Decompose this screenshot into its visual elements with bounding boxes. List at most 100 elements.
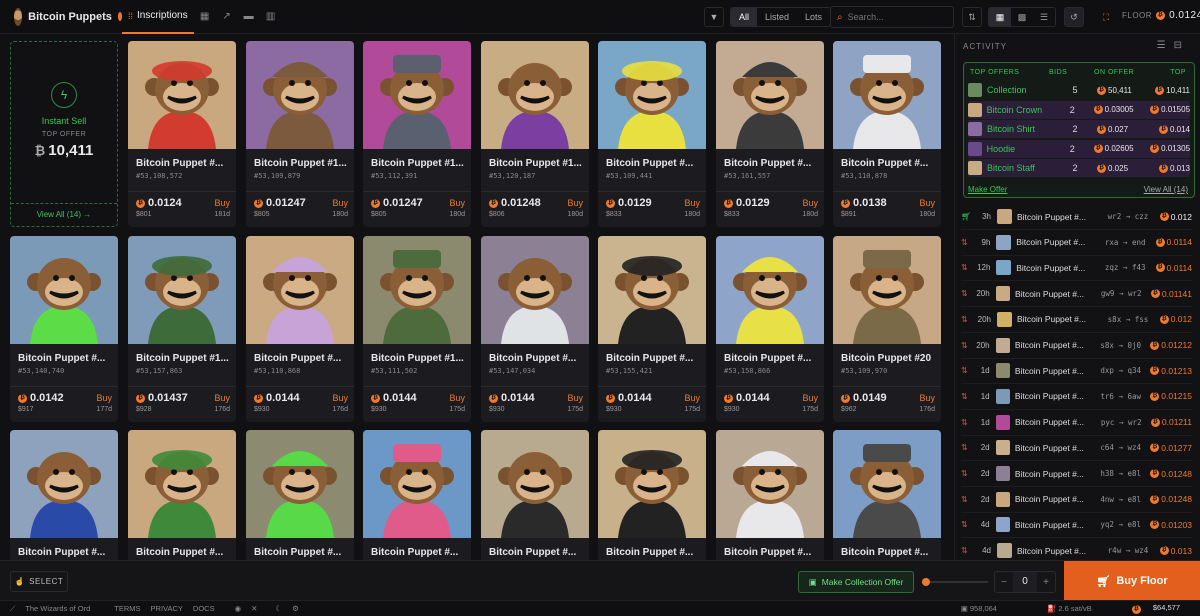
activity-row[interactable]: ⇅ 1d Bitcoin Puppet #... pyc → wr2 ₿ 0.01… <box>961 410 1192 436</box>
buy-button[interactable]: Buy <box>214 198 230 208</box>
inscription-card[interactable]: Bitcoin Puppet #... #53,155,421 ₿ 0.0144 … <box>598 236 706 422</box>
large-grid-icon[interactable]: ▦ <box>989 8 1011 26</box>
inscription-card[interactable]: Bitcoin Puppet #... #53,109,441 ₿ 0.0129 … <box>598 41 706 227</box>
inscription-card[interactable]: Bitcoin Puppet #... <box>481 430 589 560</box>
activity-row[interactable]: 🛒︎ 3h Bitcoin Puppet #... wr2 → czz ₿ 0.0… <box>961 204 1192 230</box>
make-collection-offer-button[interactable]: ▣ Make Collection Offer <box>798 571 914 593</box>
puppet-image[interactable] <box>128 236 236 344</box>
buy-floor-button[interactable]: 🛒︎ Buy Floor <box>1064 561 1200 601</box>
select-button[interactable]: ☝ SELECT <box>10 571 68 592</box>
discord-icon[interactable]: ◉ <box>235 604 242 613</box>
filter-lots[interactable]: Lots <box>797 8 830 26</box>
activity-row[interactable]: ⇅ 12h Bitcoin Puppet #... zqz → f43 ₿ 0.0… <box>961 255 1192 282</box>
privacy-link[interactable]: PRIVACY <box>151 604 183 613</box>
puppet-image[interactable] <box>246 41 354 149</box>
buy-button[interactable]: Buy <box>96 393 112 403</box>
collection-header[interactable]: Bitcoin Puppets <box>0 7 122 26</box>
offer-row[interactable]: Bitcoin Crown 2 ₿ 0.03005 ₿ 0.01505 <box>968 100 1190 119</box>
folder-icon[interactable]: ▬ <box>238 6 260 28</box>
inscription-card[interactable]: Bitcoin Puppet #1... #53,112,391 ₿ 0.0124… <box>363 41 471 227</box>
activity-row[interactable]: ⇅ 1d Bitcoin Puppet #... tr6 → 6aw ₿ 0.01… <box>961 384 1192 410</box>
puppet-image[interactable] <box>833 41 941 149</box>
sweep-slider[interactable] <box>922 578 988 586</box>
activity-row[interactable]: ⇅ 2d Bitcoin Puppet #... c64 → wz4 ₿ 0.01… <box>961 435 1192 462</box>
puppet-image[interactable] <box>128 430 236 538</box>
inscription-card[interactable]: Bitcoin Puppet #... #53,110,878 ₿ 0.0138 … <box>833 41 941 227</box>
buy-button[interactable]: Buy <box>214 393 230 403</box>
inscription-card[interactable]: Bitcoin Puppet #... <box>833 430 941 560</box>
filter-icon[interactable]: ▼ <box>704 7 724 27</box>
quantity-value[interactable]: 0 <box>1013 572 1037 592</box>
activity-row[interactable]: ⇅ 4d Bitcoin Puppet #... yq2 → e8l ₿ 0.01… <box>961 512 1192 539</box>
inscription-card[interactable]: Bitcoin Puppet #... #53,147,034 ₿ 0.0144 … <box>481 236 589 422</box>
theme-icon[interactable]: ☾ <box>275 604 282 613</box>
buy-button[interactable]: Buy <box>332 393 348 403</box>
offer-row[interactable]: Hoodie 2 ₿ 0.02605 ₿ 0.01305 <box>968 139 1190 158</box>
sort-icon[interactable]: ⇅ <box>962 7 982 27</box>
terms-link[interactable]: TERMS <box>114 604 140 613</box>
activity-row[interactable]: ⇅ 2d Bitcoin Puppet #... h38 → e8l ₿ 0.01… <box>961 461 1192 487</box>
inscription-card[interactable]: Bitcoin Puppet #20 #53,109,970 ₿ 0.0149 B… <box>833 236 941 422</box>
expand-icon[interactable]: ⛶ <box>1096 7 1116 27</box>
inscription-card[interactable]: Bitcoin Puppet #1... #53,111,502 ₿ 0.0144… <box>363 236 471 422</box>
settings-icon[interactable]: ⚙ <box>292 604 299 613</box>
inscription-card[interactable]: Bitcoin Puppet #... #53,161,557 ₿ 0.0129 … <box>716 41 824 227</box>
inscription-card[interactable]: Bitcoin Puppet #... #53,140,740 ₿ 0.0142 … <box>10 236 118 422</box>
puppet-image[interactable] <box>598 41 706 149</box>
offer-row[interactable]: Bitcoin Shirt 2 ₿ 0.027 ₿ 0.014 <box>968 120 1190 138</box>
buy-button[interactable]: Buy <box>684 393 700 403</box>
instant-sell-card[interactable]: ϟ Instant Sell TOP OFFER ₿ 10,411 View Al… <box>10 41 118 227</box>
puppet-image[interactable] <box>833 430 941 538</box>
x-icon[interactable]: ✕ <box>251 604 257 613</box>
buy-button[interactable]: Buy <box>802 198 818 208</box>
make-offer-link[interactable]: Make Offer <box>968 185 1007 194</box>
decrement-button[interactable]: − <box>995 577 1013 588</box>
filter-all[interactable]: All <box>731 8 758 26</box>
buy-button[interactable]: Buy <box>802 393 818 403</box>
buy-button[interactable]: Buy <box>449 393 465 403</box>
activity-row[interactable]: ⇅ 20h Bitcoin Puppet #... s8x → 0j0 ₿ 0.0… <box>961 333 1192 359</box>
buy-button[interactable]: Buy <box>919 393 935 403</box>
view-all-link[interactable]: View All (14) <box>1144 185 1188 194</box>
chart-icon[interactable]: ↗ <box>216 6 238 28</box>
puppet-image[interactable] <box>598 430 706 538</box>
list-view-icon[interactable]: ☰ <box>1033 8 1055 26</box>
puppet-image[interactable] <box>10 236 118 344</box>
filter-icon[interactable]: ☰ <box>1157 40 1174 51</box>
view-all-offers-link[interactable]: View All (14) → <box>11 210 117 219</box>
search-input[interactable] <box>847 12 938 22</box>
puppet-image[interactable] <box>716 430 824 538</box>
buy-button[interactable]: Buy <box>567 198 583 208</box>
activity-row[interactable]: ⇅ 2d Bitcoin Puppet #... 4nw → e8l ₿ 0.01… <box>961 487 1192 513</box>
puppet-image[interactable] <box>716 41 824 149</box>
buy-button[interactable]: Buy <box>332 198 348 208</box>
inscription-card[interactable]: Bitcoin Puppet #... <box>363 430 471 560</box>
offer-row[interactable]: Collection 5 ₿ 50,411 ₿ 10,411 <box>968 81 1190 99</box>
activity-row[interactable]: ⇅ 20h Bitcoin Puppet #... s8x → fss ₿ 0.0… <box>961 307 1192 333</box>
puppet-image[interactable] <box>481 430 589 538</box>
activity-row[interactable]: ⇅ 9h Bitcoin Puppet #... rxa → end ₿ 0.01… <box>961 230 1192 256</box>
inscription-card[interactable]: Bitcoin Puppet #... <box>128 430 236 560</box>
footer-brand[interactable]: The Wizards of Ord <box>25 604 90 613</box>
buy-button[interactable]: Buy <box>919 198 935 208</box>
puppet-image[interactable] <box>10 430 118 538</box>
inscription-card[interactable]: Bitcoin Puppet #1... #53,157,863 ₿ 0.0143… <box>128 236 236 422</box>
puppet-image[interactable] <box>363 236 471 344</box>
docs-link[interactable]: DOCS <box>193 604 215 613</box>
puppet-image[interactable] <box>128 41 236 149</box>
activity-row[interactable]: ⇅ 20h Bitcoin Puppet #... gw9 → wr2 ₿ 0.0… <box>961 281 1192 308</box>
inscription-card[interactable]: Bitcoin Puppet #... <box>10 430 118 560</box>
puppet-image[interactable] <box>716 236 824 344</box>
puppet-image[interactable] <box>363 41 471 149</box>
offer-row[interactable]: Bitcoin Staff 2 ₿ 0.025 ₿ 0.013 <box>968 159 1190 177</box>
inscription-card[interactable]: Bitcoin Puppet #... #53,108,572 ₿ 0.0124 … <box>128 41 236 227</box>
puppet-image[interactable] <box>833 236 941 344</box>
inscription-card[interactable]: Bitcoin Puppet #1... #53,120,187 ₿ 0.0124… <box>481 41 589 227</box>
puppet-image[interactable] <box>246 430 354 538</box>
stack-icon[interactable]: ▦ <box>194 6 216 28</box>
puppet-image[interactable] <box>481 236 589 344</box>
buy-button[interactable]: Buy <box>567 393 583 403</box>
tab-inscriptions[interactable]: ⁞⁞ Inscriptions <box>122 0 194 34</box>
inscription-card[interactable]: Bitcoin Puppet #... <box>246 430 354 560</box>
small-grid-icon[interactable]: ▩ <box>1011 8 1033 26</box>
